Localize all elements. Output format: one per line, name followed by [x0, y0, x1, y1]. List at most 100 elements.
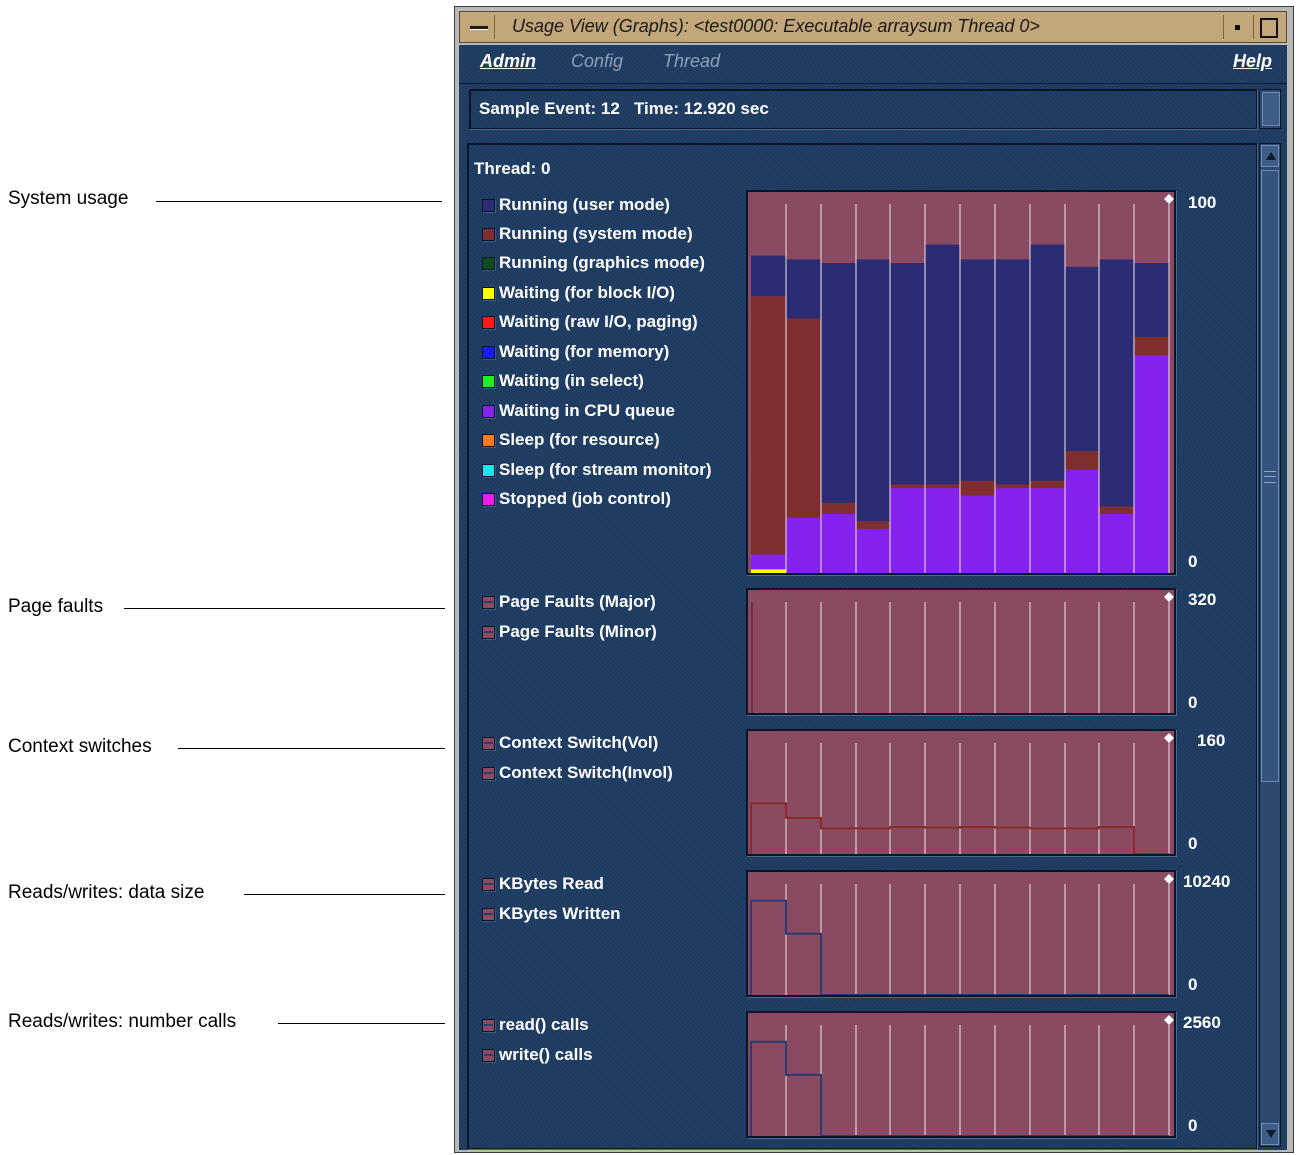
- legend-label: Sleep (for resource): [499, 430, 660, 449]
- legend-label: write() calls: [499, 1045, 593, 1064]
- stacked-segment: [890, 488, 925, 573]
- callout-label: Context switches: [8, 736, 152, 757]
- maximize-icon: [1260, 18, 1278, 38]
- scroll-thumb[interactable]: [1261, 170, 1279, 782]
- stacked-segment: [821, 263, 856, 503]
- legend-item[interactable]: read() calls: [482, 1013, 589, 1037]
- legend-item[interactable]: KBytes Read: [482, 872, 604, 896]
- callout-line: [244, 894, 445, 895]
- stacked-segment: [960, 495, 995, 573]
- stacked-segment: [786, 259, 821, 319]
- context-switches-graph[interactable]: [746, 729, 1176, 856]
- legend-label: KBytes Written: [499, 904, 621, 923]
- legend-swatch: [482, 736, 495, 750]
- legend-item[interactable]: Sleep (for resource): [482, 428, 660, 452]
- callout-line: [156, 201, 442, 202]
- stacked-segment: [995, 488, 1030, 573]
- legend-item[interactable]: write() calls: [482, 1043, 593, 1067]
- legend-swatch: [482, 227, 495, 241]
- title-bar[interactable]: Usage View (Graphs): <test0000: Executab…: [459, 11, 1287, 43]
- legend-swatch: [482, 766, 495, 780]
- legend-item[interactable]: Page Faults (Minor): [482, 620, 657, 644]
- axis-max-label: 2560: [1183, 1013, 1221, 1032]
- legend-item[interactable]: Page Faults (Major): [482, 590, 656, 614]
- stacked-segment: [1099, 259, 1134, 507]
- legend-item[interactable]: Context Switch(Invol): [482, 761, 673, 785]
- axis-max-label: 160: [1197, 731, 1226, 750]
- legend-item[interactable]: Stopped (job control): [482, 487, 671, 511]
- number-calls-svg: [748, 1013, 1174, 1136]
- legend-item[interactable]: Running (user mode): [482, 193, 670, 217]
- system-usage-graph[interactable]: [746, 190, 1176, 575]
- stacked-segment: [960, 480, 995, 496]
- legend-swatch: [482, 492, 495, 506]
- sample-event-text: Sample Event: 12 Time: 12.920 sec: [479, 99, 769, 118]
- window-menu-button[interactable]: [464, 15, 495, 39]
- legend-item[interactable]: Sleep (for stream monitor): [482, 458, 712, 482]
- legend-swatch: [482, 198, 495, 212]
- page-faults-svg: [748, 590, 1174, 713]
- axis-min-label: 0: [1188, 552, 1198, 571]
- legend-swatch: [482, 595, 495, 609]
- graph-scrollbar[interactable]: [1259, 143, 1281, 1147]
- legend-swatch: [482, 374, 495, 388]
- legend-swatch: [482, 1048, 495, 1062]
- stacked-segment: [1030, 244, 1065, 481]
- axis-max-label: 320: [1188, 590, 1217, 609]
- stacked-segment: [856, 259, 890, 522]
- legend-item[interactable]: Waiting in CPU queue: [482, 399, 675, 423]
- legend-item[interactable]: Waiting (for memory): [482, 340, 669, 364]
- stacked-segment: [1030, 480, 1065, 489]
- legend-label: Running (graphics mode): [499, 253, 705, 272]
- axis-min-label: 0: [1188, 1116, 1198, 1135]
- minimize-icon: [1235, 25, 1240, 30]
- sample-event-scrollbar[interactable]: [1259, 89, 1281, 129]
- legend-swatch: [482, 625, 495, 639]
- stacked-segment: [786, 517, 821, 573]
- menu-config[interactable]: Config: [571, 51, 623, 72]
- minimize-button[interactable]: [1223, 15, 1252, 39]
- legend-item[interactable]: Running (system mode): [482, 222, 693, 246]
- stacked-segment: [1065, 469, 1099, 573]
- scroll-up-arrow-icon[interactable]: [1261, 145, 1279, 167]
- menu-thread[interactable]: Thread: [663, 51, 720, 72]
- menu-help[interactable]: Help: [1233, 51, 1272, 72]
- graph-background: [748, 590, 1174, 713]
- number-calls-graph[interactable]: [746, 1011, 1176, 1138]
- callout-label: Reads/writes: data size: [8, 882, 205, 903]
- stacked-segment: [821, 502, 856, 514]
- stacked-segment: [1065, 266, 1099, 452]
- callout-label: Page faults: [8, 596, 104, 617]
- stacked-segment: [856, 521, 890, 529]
- data-size-graph[interactable]: [746, 870, 1176, 997]
- stacked-segment: [960, 259, 995, 481]
- page-faults-graph[interactable]: [746, 588, 1176, 715]
- maximize-button[interactable]: [1253, 15, 1282, 39]
- window-client: Admin Config Thread Help Sample Event: 1…: [459, 45, 1287, 1150]
- legend-label: Waiting (for memory): [499, 342, 670, 361]
- legend-label: Context Switch(Vol): [499, 733, 659, 752]
- stacked-segment: [925, 484, 960, 489]
- legend-label: read() calls: [499, 1015, 589, 1034]
- legend-item[interactable]: Waiting (in select): [482, 369, 644, 393]
- scroll-down-arrow-icon[interactable]: [1261, 1123, 1279, 1145]
- legend-item[interactable]: Waiting (raw I/O, paging): [482, 310, 698, 334]
- legend-item[interactable]: Running (graphics mode): [482, 251, 705, 275]
- callout-line: [278, 1023, 445, 1024]
- axis-max-label: 100: [1188, 193, 1217, 212]
- stacked-segment: [1065, 451, 1099, 470]
- context-switches-svg: [748, 731, 1174, 854]
- stacked-segment: [751, 296, 786, 555]
- scroll-thumb[interactable]: [1262, 92, 1280, 126]
- legend-item[interactable]: KBytes Written: [482, 902, 621, 926]
- callout-line: [124, 608, 445, 609]
- legend-label: Page Faults (Minor): [499, 622, 657, 641]
- legend-item[interactable]: Context Switch(Vol): [482, 731, 658, 755]
- menu-admin[interactable]: Admin: [480, 51, 536, 72]
- stacked-segment: [890, 263, 925, 485]
- legend-label: KBytes Read: [499, 874, 604, 893]
- legend-swatch: [482, 463, 495, 477]
- legend-label: Sleep (for stream monitor): [499, 460, 712, 479]
- legend-label: Page Faults (Major): [499, 592, 656, 611]
- legend-item[interactable]: Waiting (for block I/O): [482, 281, 675, 305]
